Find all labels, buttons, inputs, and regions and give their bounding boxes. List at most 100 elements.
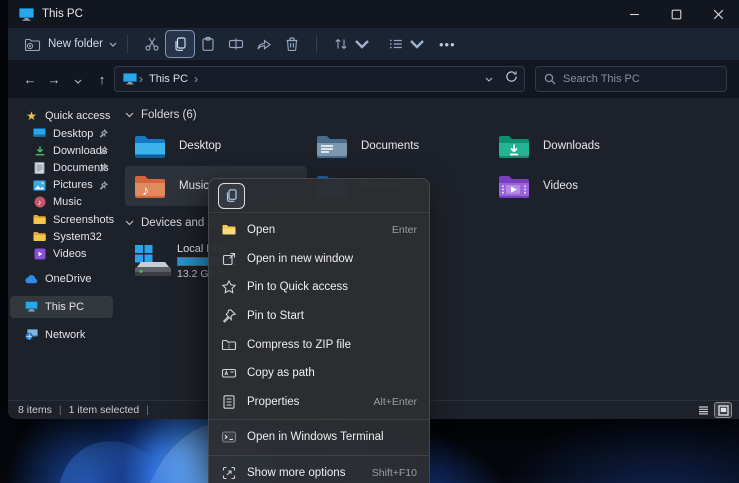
sidebar-item-onedrive[interactable]: OneDrive	[10, 269, 113, 290]
folder-icon	[33, 213, 46, 226]
menu-item-copy-as-path[interactable]: Copy as path	[209, 359, 429, 388]
videos-icon	[33, 247, 46, 260]
selection-count: 1 item selected	[69, 404, 140, 416]
close-button[interactable]	[697, 0, 739, 28]
up-button[interactable]: ↑	[90, 72, 114, 87]
thumbnail-view-button[interactable]	[715, 403, 731, 417]
menu-item-show-more-options[interactable]: Show more options Shift+F10	[209, 459, 429, 483]
folder-tile-downloads[interactable]: Downloads	[489, 126, 671, 166]
delete-icon	[284, 36, 300, 52]
menu-item-open-in-windows-terminal[interactable]: Open in Windows Terminal	[209, 423, 429, 452]
toolbar-divider	[316, 35, 317, 53]
maximize-button[interactable]	[655, 0, 697, 28]
sidebar-item-pictures[interactable]: Pictures	[10, 177, 113, 194]
folder-tile-desktop[interactable]: Desktop	[125, 126, 307, 166]
shortcut: Shift+F10	[372, 467, 417, 479]
copy-button[interactable]	[166, 31, 194, 57]
document-icon	[33, 161, 46, 174]
context-menu-icon-row	[209, 179, 429, 213]
paste-button[interactable]	[194, 31, 222, 57]
show-more-icon	[221, 465, 237, 481]
share-button[interactable]	[250, 31, 278, 57]
menu-item-compress-to-zip[interactable]: Compress to ZIP file	[209, 330, 429, 359]
breadcrumb-separator: ›	[139, 72, 143, 86]
forward-button[interactable]: →	[42, 72, 66, 87]
sidebar-item-system32[interactable]: System32	[10, 228, 113, 245]
search-icon	[544, 73, 556, 85]
pictures-icon	[33, 179, 46, 192]
this-pc-icon	[123, 73, 137, 85]
rename-button[interactable]	[222, 31, 250, 57]
computer-icon	[25, 300, 38, 313]
menu-item-properties[interactable]: Properties Alt+Enter	[209, 388, 429, 417]
videos-folder-icon	[497, 173, 531, 200]
item-count: 8 items	[18, 404, 52, 416]
copy-icon	[224, 188, 239, 203]
view-button[interactable]	[382, 31, 431, 57]
search-box[interactable]: Search This PC	[535, 66, 727, 92]
wallpaper-petal	[37, 421, 192, 483]
chevron-down-icon	[74, 79, 82, 84]
folders-section-header[interactable]: Folders (6)	[125, 104, 739, 126]
minimize-button[interactable]	[613, 0, 655, 28]
pin-icon	[99, 129, 108, 138]
recent-locations-button[interactable]	[66, 72, 90, 87]
command-bar: New folder	[8, 28, 739, 60]
context-menu: Open Enter Open in new window Pin to Qui…	[208, 178, 430, 483]
toolbar-divider	[127, 35, 128, 53]
svg-text:♪: ♪	[142, 182, 149, 198]
sidebar-item-screenshots[interactable]: Screenshots	[10, 211, 113, 228]
sort-button[interactable]	[327, 31, 376, 57]
menu-item-pin-to-quick-access[interactable]: Pin to Quick access	[209, 273, 429, 302]
window-title: This PC	[42, 8, 83, 20]
details-view-button[interactable]	[695, 403, 711, 417]
menu-item-open[interactable]: Open Enter	[209, 216, 429, 245]
download-icon	[33, 144, 46, 157]
terminal-icon	[221, 429, 237, 445]
back-button[interactable]: ←	[18, 72, 42, 87]
new-folder-icon	[24, 37, 41, 52]
new-folder-label: New folder	[48, 38, 103, 50]
sidebar-item-videos[interactable]: Videos	[10, 245, 113, 262]
sidebar-item-network[interactable]: Network	[10, 324, 113, 346]
chevron-down-icon	[354, 36, 370, 52]
shortcut: Alt+Enter	[374, 396, 417, 408]
chevron-down-icon	[409, 36, 425, 52]
sidebar-item-music[interactable]: ♪ Music	[10, 194, 113, 211]
share-icon	[256, 36, 272, 52]
pin-icon	[221, 308, 237, 324]
address-bar[interactable]: › This PC ›	[114, 66, 525, 92]
sidebar-item-documents[interactable]: Documents	[10, 159, 113, 176]
desktop-icon	[33, 127, 46, 140]
sidebar-item-this-pc[interactable]: This PC	[10, 296, 113, 318]
desktop: This PC New folder	[0, 0, 739, 483]
delete-button[interactable]	[278, 31, 306, 57]
desktop-folder-icon	[133, 133, 167, 160]
sidebar-item-quick-access[interactable]: ★ Quick access	[10, 107, 113, 125]
sidebar-item-desktop[interactable]: Desktop	[10, 125, 113, 142]
downloads-folder-icon	[497, 133, 531, 160]
svg-text:♪: ♪	[37, 198, 41, 207]
sort-icon	[333, 36, 349, 52]
copy-icon	[172, 36, 188, 52]
menu-item-pin-to-start[interactable]: Pin to Start	[209, 302, 429, 331]
copy-button[interactable]	[218, 183, 245, 209]
properties-icon	[221, 394, 237, 410]
refresh-button[interactable]	[505, 70, 518, 88]
more-options-button[interactable]: •••	[431, 37, 464, 52]
folder-icon	[33, 230, 46, 243]
navigation-pane: ★ Quick access Desktop Downloads	[8, 98, 115, 400]
new-folder-button[interactable]: New folder	[24, 37, 117, 52]
breadcrumb[interactable]: This PC	[149, 73, 188, 85]
open-folder-icon	[221, 222, 237, 238]
breadcrumb-separator: ›	[194, 72, 198, 86]
cut-button[interactable]	[138, 31, 166, 57]
sidebar-item-downloads[interactable]: Downloads	[10, 142, 113, 159]
folder-tile-videos[interactable]: Videos	[489, 166, 671, 206]
address-dropdown-icon[interactable]	[485, 77, 493, 82]
documents-folder-icon	[315, 133, 349, 160]
folder-tile-documents[interactable]: Documents	[307, 126, 489, 166]
collapse-chevron-icon	[125, 220, 134, 226]
menu-item-open-in-new-window[interactable]: Open in new window	[209, 245, 429, 274]
menu-separator	[209, 419, 429, 420]
